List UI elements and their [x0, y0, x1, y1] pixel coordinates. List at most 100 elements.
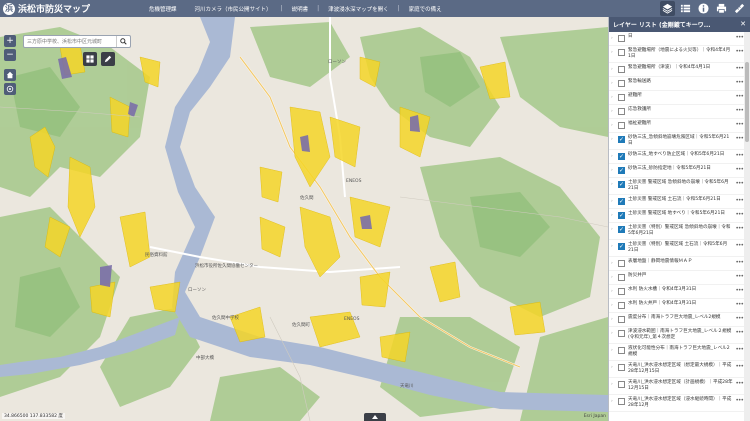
layer-checkbox[interactable]: ✓: [618, 153, 625, 160]
layer-item[interactable]: › 天竜川_洪水浸水想定区域（浸水継続時間）｜平成28年12月 •••: [609, 395, 745, 412]
chevron-right-icon[interactable]: ›: [611, 154, 616, 159]
layer-item[interactable]: › 天竜川_洪水浸水想定区域（計画規模）｜平成28年12月15日 •••: [609, 378, 745, 395]
search-button[interactable]: [116, 36, 130, 47]
layer-item[interactable]: › 緊急避難場所（津波）｜令和4年4月1日 •••: [609, 63, 745, 77]
zoom-out-button[interactable]: −: [4, 49, 16, 61]
app-branding: 浜 浜松市防災マップ: [0, 2, 140, 15]
chevron-right-icon[interactable]: ›: [611, 168, 616, 173]
layer-checkbox[interactable]: [618, 122, 625, 129]
layer-item[interactable]: › 防災井戸 •••: [609, 271, 745, 285]
layer-checkbox[interactable]: ✓: [618, 243, 625, 250]
layer-checkbox[interactable]: [618, 260, 625, 267]
layer-checkbox[interactable]: [618, 398, 625, 405]
nav-home-preparedness[interactable]: 家庭での備え: [400, 5, 451, 13]
chevron-right-icon[interactable]: ›: [611, 137, 616, 142]
basemap-gallery-button[interactable]: [83, 52, 97, 66]
layer-checkbox[interactable]: ✓: [618, 181, 625, 188]
layer-checkbox[interactable]: [618, 274, 625, 281]
chevron-right-icon[interactable]: ›: [611, 399, 616, 404]
chevron-right-icon[interactable]: ›: [611, 123, 616, 128]
layer-item[interactable]: › 応急救護所 •••: [609, 105, 745, 119]
nav-tsunami-map[interactable]: 津波浸水深マップを開く: [319, 5, 398, 13]
layer-item[interactable]: › ✓ 土砂災害 警戒区域 土石流｜令和5年6月21日 •••: [609, 195, 745, 209]
nav-manual[interactable]: 説明書: [283, 5, 318, 13]
chevron-right-icon[interactable]: ›: [611, 261, 616, 266]
layer-item[interactable]: › ✓ 砂防三法_地すべり防止区域｜令和5年6月21日 •••: [609, 150, 745, 164]
layer-checkbox[interactable]: [618, 94, 625, 101]
chevron-right-icon[interactable]: ›: [611, 50, 616, 55]
layer-checkbox[interactable]: ✓: [618, 136, 625, 143]
layer-checkbox[interactable]: ✓: [618, 212, 625, 219]
list-icon[interactable]: [678, 1, 693, 16]
map-canvas[interactable]: [0, 17, 608, 421]
layer-item[interactable]: › ✓ 砂防三法_急傾斜地崩壊危険区域｜令和5年6月21日 •••: [609, 133, 745, 150]
layer-item[interactable]: › ✓ 土砂災害 警戒区域 急傾斜地の崩壊｜令和5年6月21日 •••: [609, 178, 745, 195]
chevron-right-icon[interactable]: ›: [611, 244, 616, 249]
layer-item[interactable]: › 緊急輸送路 •••: [609, 77, 745, 91]
layer-checkbox[interactable]: [618, 316, 625, 323]
layer-checkbox[interactable]: [618, 66, 625, 73]
chevron-right-icon[interactable]: ›: [611, 348, 616, 353]
info-icon[interactable]: [696, 1, 711, 16]
layer-checkbox[interactable]: [618, 364, 625, 371]
layer-list-scrollbar[interactable]: [744, 32, 750, 421]
locate-button[interactable]: [4, 83, 16, 95]
layer-item[interactable]: › 液状化可能性分布｜南海トラフ巨大地震_レベル2規模 •••: [609, 344, 745, 361]
layer-checkbox[interactable]: [618, 381, 625, 388]
draw-button[interactable]: [101, 52, 115, 66]
scroll-thumb[interactable]: [745, 62, 749, 142]
chevron-right-icon[interactable]: ›: [611, 182, 616, 187]
layer-item[interactable]: › 緊急避難場所（地震による火災等）｜令和4年4月1日 •••: [609, 46, 745, 63]
chevron-right-icon[interactable]: ›: [611, 275, 616, 280]
chevron-right-icon[interactable]: ›: [611, 227, 616, 232]
chevron-right-icon[interactable]: ›: [611, 67, 616, 72]
layer-item[interactable]: › 水利 防火井戸｜令和4年3月31日 •••: [609, 299, 745, 313]
layer-item[interactable]: › ✓ 土砂災害（特別）警戒区域 急傾斜地の崩壊｜令和5年6月21日 •••: [609, 223, 745, 240]
layer-item[interactable]: › ✓ 砂防三法_砂防指定地｜令和5年6月21日 •••: [609, 164, 745, 178]
print-icon[interactable]: [714, 1, 729, 16]
layer-checkbox[interactable]: [618, 330, 625, 337]
layer-item[interactable]: › 表層地盤｜静岡地震情報ＭＡＰ •••: [609, 257, 745, 271]
layer-checkbox[interactable]: [618, 288, 625, 295]
layer-item[interactable]: › 水利 防火水槽｜令和4年3月31日 •••: [609, 285, 745, 299]
layer-checkbox[interactable]: [618, 80, 625, 87]
zoom-in-button[interactable]: +: [4, 35, 16, 47]
collapse-tab[interactable]: [364, 413, 386, 421]
nav-crisis-management[interactable]: 危機管理課: [140, 5, 186, 13]
chevron-right-icon[interactable]: ›: [611, 95, 616, 100]
chevron-right-icon[interactable]: ›: [611, 199, 616, 204]
layer-checkbox[interactable]: [618, 49, 625, 56]
chevron-right-icon[interactable]: ›: [611, 213, 616, 218]
nav-river-camera[interactable]: 河川カメラ（市民公開サイト）: [186, 5, 281, 13]
layer-checkbox[interactable]: ✓: [618, 198, 625, 205]
search-input[interactable]: [24, 36, 116, 47]
chevron-right-icon[interactable]: ›: [611, 289, 616, 294]
hazard-map[interactable]: ローソン ENEOS 佐久間 ENEOS 佐久間町 佐久間中学校 中部大橋 ロー…: [0, 17, 608, 421]
layer-checkbox[interactable]: ✓: [618, 226, 625, 233]
chevron-right-icon[interactable]: ›: [611, 109, 616, 114]
layer-item[interactable]: › 天竜川_洪水浸水想定区域（想定最大規模）｜平成28年12月15日 •••: [609, 361, 745, 378]
home-button[interactable]: [4, 69, 16, 81]
layer-checkbox[interactable]: [618, 302, 625, 309]
layer-item[interactable]: › 福祉避難所 •••: [609, 119, 745, 133]
chevron-right-icon[interactable]: ›: [611, 365, 616, 370]
chevron-right-icon[interactable]: ›: [611, 303, 616, 308]
measure-icon[interactable]: [732, 1, 747, 16]
close-icon[interactable]: ✕: [740, 20, 746, 28]
layer-item[interactable]: › 震度分布｜南海トラフ巨大地震_レベル2規模 •••: [609, 313, 745, 327]
layer-item[interactable]: › ✓ 土砂災害（特別）警戒区域 土石流｜令和5年6月21日 •••: [609, 240, 745, 257]
layer-item[interactable]: › 避難所 •••: [609, 91, 745, 105]
chevron-right-icon[interactable]: ›: [611, 81, 616, 86]
layer-checkbox[interactable]: [618, 347, 625, 354]
layer-checkbox[interactable]: ✓: [618, 167, 625, 174]
layer-item[interactable]: › ✓ 土砂災害 警戒区域 地すべり｜令和5年6月21日 •••: [609, 209, 745, 223]
chevron-right-icon[interactable]: ›: [611, 382, 616, 387]
layer-checkbox[interactable]: [618, 35, 625, 42]
layer-checkbox[interactable]: [618, 108, 625, 115]
chevron-right-icon[interactable]: ›: [611, 317, 616, 322]
layer-item[interactable]: › 津波浸水範囲｜南海トラフ巨大地震_レベル２規模(令和元年)_第４次想定 •••: [609, 327, 745, 344]
layer-item[interactable]: › 日 •••: [609, 32, 745, 46]
chevron-right-icon[interactable]: ›: [611, 36, 616, 41]
layers-icon[interactable]: [660, 1, 675, 16]
chevron-right-icon[interactable]: ›: [611, 331, 616, 336]
